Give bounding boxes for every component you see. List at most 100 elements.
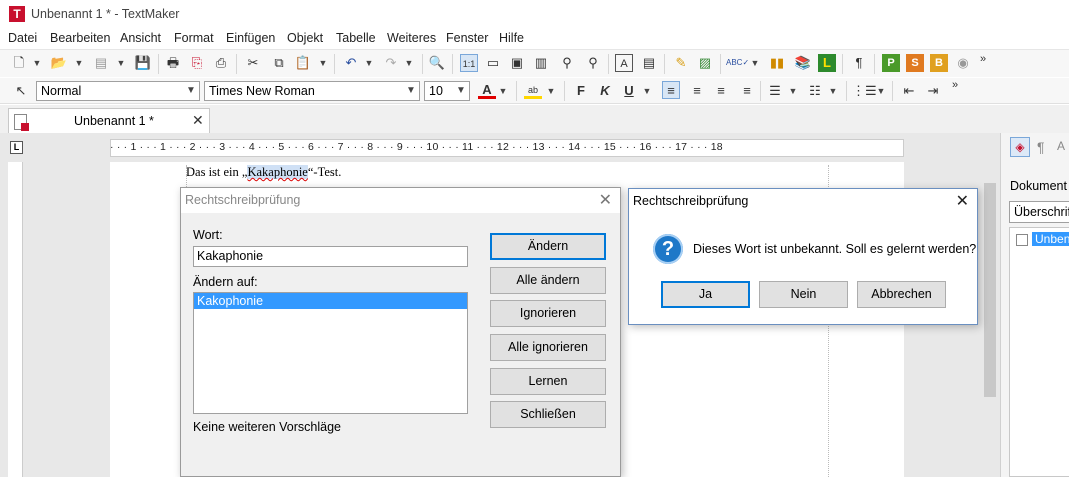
chevron-down-icon[interactable]: ▼ [318, 54, 328, 72]
yes-button[interactable]: Ja [661, 281, 750, 308]
close-icon[interactable]: ✕ [599, 188, 612, 213]
scripts-icon[interactable]: S [906, 54, 924, 72]
outline-list-icon[interactable]: ⋮☰ [852, 82, 877, 100]
save-icon[interactable]: 💾 [134, 54, 152, 72]
close-icon[interactable]: ✕ [192, 112, 204, 129]
menu-einfuegen[interactable]: Einfügen [226, 31, 275, 45]
books-icon[interactable]: 📚 [794, 54, 812, 72]
navigator-icon[interactable]: ◈ [1010, 137, 1030, 157]
menu-fenster[interactable]: Fenster [446, 31, 488, 45]
close-button[interactable]: Schließen [490, 401, 606, 428]
zoom-100-icon[interactable]: 1:1 [460, 54, 478, 72]
print-preview-icon[interactable]: ⎙ [212, 54, 230, 72]
chevron-down-icon[interactable]: ▼ [364, 54, 374, 72]
chevron-down-icon[interactable]: ▼ [876, 82, 886, 100]
textframe-icon[interactable]: A [615, 54, 633, 72]
style-select[interactable]: Normal ▼ [36, 81, 200, 101]
menu-bearbeiten[interactable]: Bearbeiten [50, 31, 110, 45]
paste-icon[interactable]: 📋 [294, 54, 312, 72]
save-all-icon[interactable]: ▤ [92, 54, 110, 72]
app-icon[interactable]: T [9, 6, 25, 22]
text-icon[interactable]: A [1057, 139, 1065, 153]
document-text[interactable]: Das ist ein „Kakaphonie“-Test. [186, 165, 341, 180]
outline-tree[interactable]: Unben [1009, 227, 1069, 477]
cut-icon[interactable]: ✂ [244, 54, 262, 72]
planmaker-icon[interactable]: P [882, 54, 900, 72]
whole-page-icon[interactable]: ▣ [508, 54, 526, 72]
menu-datei[interactable]: Datei [8, 31, 37, 45]
learn-button[interactable]: Lernen [490, 368, 606, 395]
chevron-down-icon[interactable]: ▼ [498, 82, 508, 100]
menu-tabelle[interactable]: Tabelle [336, 31, 376, 45]
tree-item[interactable]: Unben [1032, 232, 1069, 246]
align-left-icon[interactable]: ≡ [662, 81, 680, 99]
more-icon[interactable]: » [946, 76, 964, 94]
cancel-button[interactable]: Abbrechen [857, 281, 946, 308]
menu-ansicht[interactable]: Ansicht [120, 31, 161, 45]
page-width-icon[interactable]: ▭ [484, 54, 502, 72]
chevron-down-icon[interactable]: ▼ [74, 54, 84, 72]
chevron-down-icon[interactable]: ▼ [750, 54, 760, 72]
image-icon[interactable]: ▨ [696, 54, 714, 72]
frame-icon[interactable]: ▤ [640, 54, 658, 72]
font-size-select[interactable]: 10 ▼ [424, 81, 470, 101]
chevron-down-icon[interactable]: ▼ [404, 54, 414, 72]
undo-icon[interactable]: ↶ [342, 54, 360, 72]
bullet-list-icon[interactable]: ☰ [766, 82, 784, 100]
word-field[interactable]: Kakaphonie [193, 246, 468, 267]
highlight-icon[interactable]: ab [524, 81, 542, 99]
decrease-indent-icon[interactable]: ⇤ [900, 82, 918, 100]
change-all-button[interactable]: Alle ändern [490, 267, 606, 294]
font-select[interactable]: Times New Roman ▼ [204, 81, 420, 101]
basicmaker-icon[interactable]: B [930, 54, 948, 72]
bold-icon[interactable]: F [572, 82, 590, 100]
justify-icon[interactable]: ≡ [738, 82, 756, 100]
font-color-icon[interactable]: A [478, 81, 496, 99]
chevron-down-icon[interactable]: ▼ [546, 82, 556, 100]
menu-weiteres[interactable]: Weiteres [387, 31, 436, 45]
vertical-ruler[interactable] [8, 162, 23, 477]
chevron-down-icon[interactable]: ▼ [32, 54, 42, 72]
change-button[interactable]: Ändern [490, 233, 606, 260]
more-icon[interactable]: » [974, 50, 992, 68]
list-item[interactable]: Kakophonie [194, 293, 467, 309]
format-painter-icon[interactable]: ✎ [672, 54, 690, 72]
zoom-in-icon[interactable]: ⚲ [558, 54, 576, 72]
tab-unbenannt-1[interactable]: Unbenannt 1 * ✕ [8, 108, 210, 133]
increase-indent-icon[interactable]: ⇥ [924, 82, 942, 100]
misspelled-word[interactable]: Kakaphonie [247, 165, 308, 179]
pointer-icon[interactable]: ↖ [12, 82, 30, 100]
close-icon[interactable]: ✕ [956, 189, 969, 214]
spellcheck-icon[interactable]: ABC✓ [726, 54, 749, 72]
align-right-icon[interactable]: ≡ [712, 82, 730, 100]
menu-objekt[interactable]: Objekt [287, 31, 323, 45]
underline-icon[interactable]: U [620, 82, 638, 100]
tab-type-selector[interactable]: L [10, 141, 23, 154]
zoom-out-icon[interactable]: ⚲ [584, 54, 602, 72]
update-icon[interactable]: ◉ [954, 54, 972, 72]
pdf-export-icon[interactable]: ⎘ [188, 54, 206, 72]
chevron-down-icon[interactable]: ▼ [116, 54, 126, 72]
chevron-down-icon[interactable]: ▼ [788, 82, 798, 100]
l-icon[interactable]: L [818, 54, 836, 72]
open-folder-icon[interactable]: 📂 [50, 54, 68, 72]
new-document-icon[interactable]: 🗋 [10, 54, 28, 72]
chart-icon[interactable]: ▮▮ [768, 54, 786, 72]
italic-icon[interactable]: K [596, 82, 614, 100]
print-icon[interactable]: 🖶 [164, 54, 182, 72]
scrollbar-thumb[interactable] [984, 183, 996, 397]
heading-select[interactable]: Überschrif [1009, 201, 1069, 223]
chevron-down-icon[interactable]: ▼ [828, 82, 838, 100]
no-button[interactable]: Nein [759, 281, 848, 308]
pilcrow-icon[interactable]: ¶ [850, 54, 868, 72]
checkbox[interactable] [1016, 234, 1028, 246]
ignore-button[interactable]: Ignorieren [490, 300, 606, 327]
chevron-down-icon[interactable]: ▼ [642, 82, 652, 100]
two-pages-icon[interactable]: ▥ [532, 54, 550, 72]
search-icon[interactable]: 🔍 [428, 54, 446, 72]
menu-hilfe[interactable]: Hilfe [499, 31, 524, 45]
redo-icon[interactable]: ↷ [382, 54, 400, 72]
menu-format[interactable]: Format [174, 31, 214, 45]
copy-icon[interactable]: ⧉ [270, 54, 288, 72]
align-center-icon[interactable]: ≡ [688, 82, 706, 100]
